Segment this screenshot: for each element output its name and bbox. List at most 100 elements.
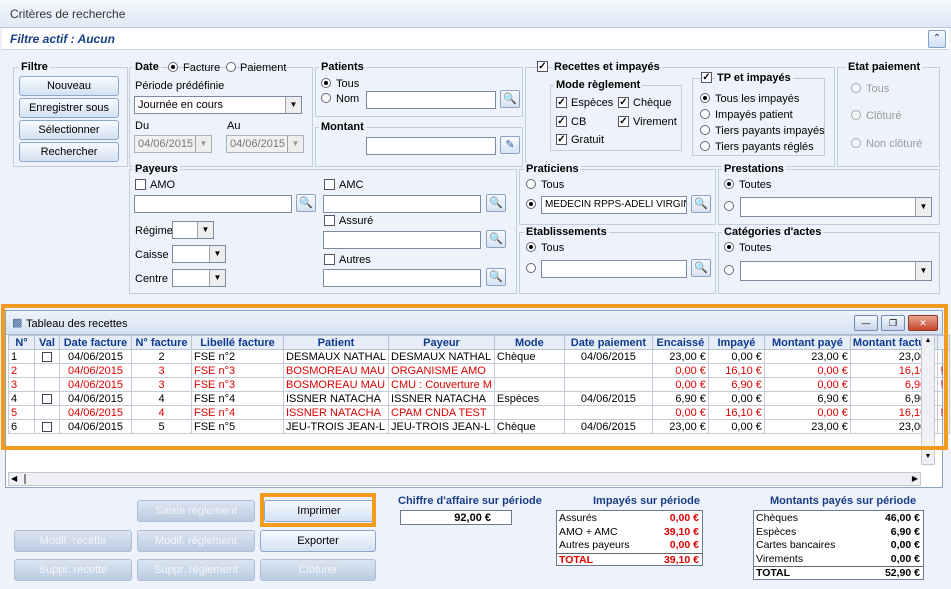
centre-select[interactable]: ▼ [172,269,226,287]
chevron-down-icon[interactable]: ▼ [195,136,211,152]
search-icon[interactable]: 🔍 [500,90,520,108]
du-label: Du [135,120,150,132]
cheque-checkbox[interactable]: ✓ [618,97,629,108]
recettes-checkbox[interactable]: ✓ [537,61,548,72]
amo-label: AMO [150,179,176,191]
enregistrer-sous-button[interactable]: Enregistrer sous [19,98,119,118]
amc-input[interactable] [323,195,481,213]
chevron-down-icon[interactable]: ▼ [209,246,225,262]
search-icon[interactable]: 🔍 [691,259,711,277]
saisie-reglement-button[interactable]: Saisie règlement [137,500,255,522]
table-horizontal-scrollbar[interactable]: ◀ ▶ [8,472,921,486]
periode-label: Période prédéfinie [135,80,225,92]
etablissements-select-radio[interactable] [526,263,536,273]
assure-checkbox[interactable] [324,215,335,226]
chevron-down-icon[interactable]: ▼ [915,262,931,280]
tp-tous-impayes-radio[interactable] [700,93,710,103]
praticiens-group-title: Praticiens [524,163,581,175]
patients-tous-radio[interactable] [321,78,331,88]
au-date-field[interactable]: 04/06/2015 ▼ [226,135,304,153]
chevron-down-icon[interactable]: ▼ [915,198,931,216]
summary-label: Espèces [756,525,797,538]
scroll-left-icon[interactable]: ◀ [11,474,17,483]
patient-nom-input[interactable] [366,91,496,109]
date-paiement-label: Paiement [240,62,287,74]
cheque-label: Chèque [633,97,672,109]
especes-checkbox[interactable]: ✓ [556,97,567,108]
suppr-reglement-button[interactable]: Suppr. règlement [137,559,255,581]
chevron-down-icon[interactable]: ▼ [197,222,213,238]
tp-tiers-regles-radio[interactable] [700,141,710,151]
filtre-group-title: Filtre [19,61,50,73]
etat-tous-radio[interactable] [851,83,861,93]
scroll-thumb[interactable] [24,474,26,484]
chevron-down-icon[interactable]: ▼ [209,270,225,286]
caisse-select[interactable]: ▼ [172,245,226,263]
prestations-toutes-radio[interactable] [724,179,734,189]
exporter-button[interactable]: Exporter [260,530,376,552]
chevron-up-icon[interactable]: ⌃ [928,30,946,48]
chevron-down-icon[interactable]: ▼ [287,136,303,152]
search-icon[interactable]: 🔍 [486,268,506,286]
summary-row: TOTAL 52,90 € [754,566,923,579]
date-facture-radio[interactable] [168,62,178,72]
etablissements-tous-label: Tous [541,242,565,254]
prestations-group-title: Prestations [722,163,786,175]
tp-tiers-impayes-radio[interactable] [700,125,710,135]
nouveau-button[interactable]: Nouveau [19,76,119,96]
payes-title: Montants payés sur période [770,495,917,507]
cloturer-button[interactable]: Clôturer [260,559,376,581]
ca-value-box: 92,00 € [400,510,512,525]
tp-checkbox[interactable]: ✓ [701,72,712,83]
autres-input[interactable] [323,269,481,287]
gratuit-checkbox[interactable]: ✓ [556,134,567,145]
praticiens-tous-radio[interactable] [526,179,536,189]
suppr-recette-button[interactable]: Suppr. recette [14,559,132,581]
autres-checkbox[interactable] [324,254,335,265]
amo-input[interactable] [134,195,292,213]
prestations-select-radio[interactable] [724,201,734,211]
summary-row: Virements 0,00 € [754,553,923,566]
du-date-field[interactable]: 04/06/2015 ▼ [134,135,212,153]
etat-non-cloture-radio[interactable] [851,138,861,148]
calculator-icon[interactable]: ✎ [500,136,520,154]
rechercher-button[interactable]: Rechercher [19,142,119,162]
etablissement-input[interactable] [541,260,687,278]
regime-select[interactable]: ▼ [172,221,214,239]
search-icon[interactable]: 🔍 [486,230,506,248]
selectionner-button[interactable]: Sélectionner [19,120,119,140]
summary-row: Assurés 0,00 € [557,512,702,525]
scroll-down-icon[interactable]: ▼ [923,453,933,463]
categories-select-radio[interactable] [724,265,734,275]
etat-group-title: Etat paiement [846,61,923,73]
summary-value: 6,90 € [890,525,920,538]
modif-reglement-button[interactable]: Modif. règlement [137,530,255,552]
summary-value: 0,00 € [669,539,699,551]
chevron-down-icon[interactable]: ▼ [285,97,301,113]
search-icon[interactable]: 🔍 [486,194,506,212]
montant-input[interactable] [366,137,496,155]
tp-impayes-patient-radio[interactable] [700,109,710,119]
summary-value: 46,00 € [884,512,920,524]
praticien-input[interactable]: MEDECIN RPPS-ADELI VIRGINIE [541,196,687,214]
praticiens-select-radio[interactable] [526,199,536,209]
search-icon[interactable]: 🔍 [691,195,711,213]
etablissements-tous-radio[interactable] [526,242,536,252]
modif-recette-button[interactable]: Modif. recette [14,530,132,552]
prestations-select[interactable]: ▼ [740,197,932,217]
assure-input[interactable] [323,231,481,249]
scroll-right-icon[interactable]: ▶ [912,474,918,483]
active-filter-bar: Filtre actif : Aucun ⌃ [2,28,949,50]
amo-checkbox[interactable] [135,179,146,190]
amc-checkbox[interactable] [324,179,335,190]
search-icon[interactable]: 🔍 [296,194,316,212]
date-paiement-radio[interactable] [226,62,236,72]
cb-checkbox[interactable]: ✓ [556,116,567,127]
patients-nom-radio[interactable] [321,93,331,103]
categories-select[interactable]: ▼ [740,261,932,281]
etat-cloture-radio[interactable] [851,110,861,120]
virement-checkbox[interactable]: ✓ [618,116,629,127]
categories-toutes-radio[interactable] [724,242,734,252]
summary-row: Chèques 46,00 € [754,512,923,525]
periode-select[interactable]: Journée en cours ▼ [134,96,302,114]
